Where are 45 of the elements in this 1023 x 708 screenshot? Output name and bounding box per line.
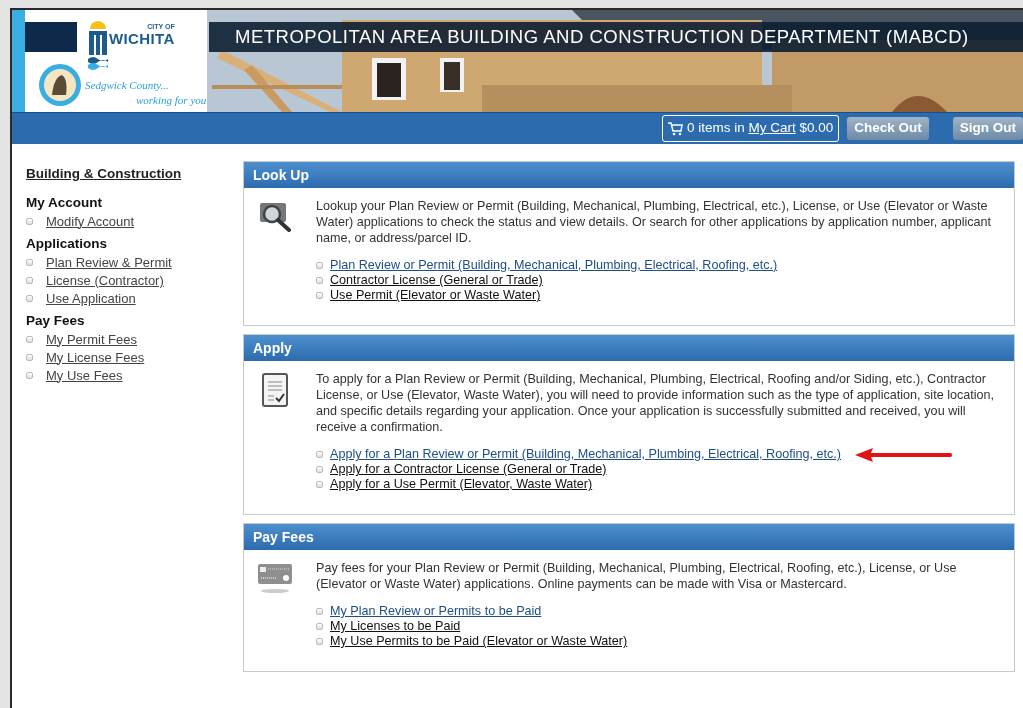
sidebar-link[interactable]: My Use Fees xyxy=(46,365,123,385)
bullet-icon xyxy=(316,292,323,299)
section-description: Lookup your Plan Review or Permit (Building, Mechanical, Plumbing, Electrical, etc.), License, or Use (Elevator or Waste Water) applications to check the status and view details. Or search for other applications by application number, applicant name, or address/parcel ID. xyxy=(316,198,993,246)
sidebar-link[interactable]: My Permit Fees xyxy=(46,329,137,349)
sidebar-link[interactable]: Modify Account xyxy=(46,211,135,231)
cart-link[interactable]: My Cart xyxy=(748,120,796,136)
credit-card-icon xyxy=(257,562,293,594)
bullet-icon xyxy=(26,276,33,284)
bullet-icon xyxy=(316,623,323,630)
form-check-icon xyxy=(262,373,288,407)
cart-icon xyxy=(667,121,683,136)
bullet-icon xyxy=(316,638,323,645)
city-name: WICHITA xyxy=(109,31,175,47)
section-description: Pay fees for your Plan Review or Permit (Building, Mechanical, Plumbing, Electrical, Roofing, etc.), License, or Use (Elevator or Waste Water) applications. Online payments can be made with Visa or Mastercard. xyxy=(316,560,958,592)
bullet-icon xyxy=(26,294,33,302)
bullet-icon xyxy=(316,608,323,615)
sidebar-link[interactable]: Use Application xyxy=(46,288,136,308)
sidebar-title-link[interactable]: Building & Construction xyxy=(26,164,182,185)
sidebar-link[interactable]: My License Fees xyxy=(46,347,145,367)
magnifier-icon xyxy=(258,200,292,232)
section-header: Pay Fees xyxy=(244,524,1014,550)
sidebar-heading: Applications xyxy=(26,235,108,254)
page-title: METROPOLITAN AREA BUILDING AND CONSTRUCTION DEPARTMENT (MABCD) xyxy=(209,22,1023,52)
section-description: To apply for a Plan Review or Permit (Building, Mechanical, Plumbing, Electrical, Roofing and/or Siding, etc.), Contractor License, or Use (Elevator, Waste Water), you will need to provide information such as the type of application, site location, and specific details regarding your application. Once your application is successfully submitted and received, you will receive a confirmation. xyxy=(316,371,996,435)
bullet-icon xyxy=(26,335,33,343)
sidebar-link[interactable]: License (Contractor) xyxy=(46,270,164,290)
section-header: Apply xyxy=(244,335,1014,361)
bullet-icon xyxy=(26,217,33,225)
sidebar-link[interactable]: Plan Review & Permit xyxy=(46,252,172,272)
county-tagline: working for you xyxy=(136,93,207,108)
bullet-icon xyxy=(316,277,323,284)
bullet-icon xyxy=(26,371,33,379)
bullet-icon xyxy=(26,258,33,266)
county-name: Sedgwick County... xyxy=(85,78,169,93)
county-seal-icon xyxy=(38,63,82,107)
bullet-icon xyxy=(316,466,323,473)
banner-bar xyxy=(25,22,77,52)
sidebar-heading: Pay Fees xyxy=(26,312,86,331)
bullet-icon xyxy=(26,353,33,361)
cart-summary: 0 items in My Cart $0.00 xyxy=(661,115,840,142)
bullet-icon xyxy=(316,451,323,458)
bullet-icon xyxy=(316,262,323,269)
bullet-icon xyxy=(316,481,323,488)
sidebar-heading: My Account xyxy=(26,194,103,213)
section-header: Look Up xyxy=(244,162,1014,188)
